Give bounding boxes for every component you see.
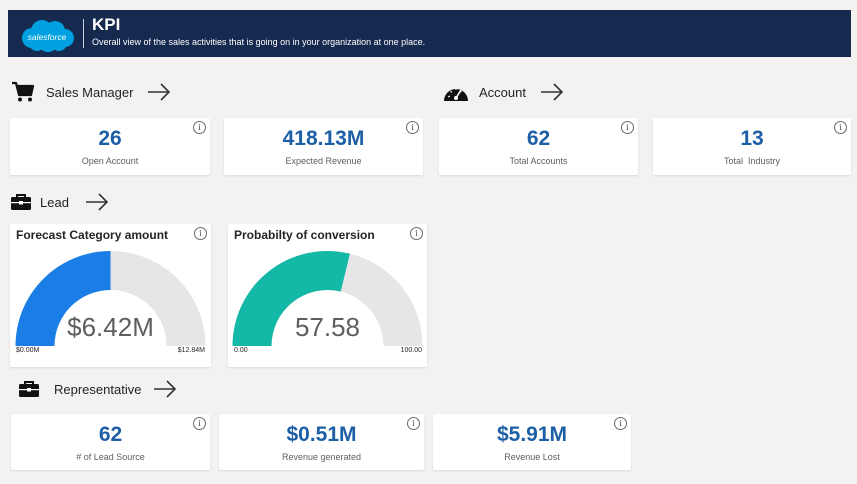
gauge-value: 57.58: [295, 312, 360, 342]
gauge-title: Forecast Category amount: [16, 228, 169, 242]
kpi-value: 13: [740, 127, 764, 150]
gauge-max-label: 100.00: [400, 347, 422, 354]
kpi-value: $0.51M: [286, 423, 357, 446]
kpi-card-total-accounts: i 62 Total Accounts: [439, 118, 638, 175]
header-banner: salesforce KPI Overall view of the sales…: [8, 10, 851, 57]
kpi-value: 62: [526, 127, 551, 150]
info-icon[interactable]: i: [410, 227, 423, 240]
kpi-value: 26: [98, 127, 122, 150]
section-sales-manager: Sales Manager: [10, 80, 171, 104]
shopping-cart-icon: [10, 80, 36, 104]
speedometer-icon: [443, 80, 469, 104]
gauge-min-label: 0.00: [234, 347, 248, 354]
logo-text: salesforce: [28, 32, 67, 42]
gauge-conversion: 57.58: [232, 251, 423, 346]
page-subtitle: Overall view of the sales activities tha…: [92, 37, 426, 47]
kpi-card-lead-source: i 62 # of Lead Source: [11, 414, 210, 470]
section-title-sales-manager: Sales Manager: [46, 84, 134, 100]
gauge-value: $6.42M: [67, 312, 154, 342]
kpi-label: Revenue Lost: [504, 452, 560, 462]
kpi-value: 62: [98, 423, 123, 446]
kpi-label: Total Accounts: [509, 156, 568, 166]
gauge-title: Probabilty of conversion: [234, 228, 375, 242]
arrow-right-icon[interactable]: [153, 380, 177, 398]
info-icon[interactable]: i: [194, 227, 207, 240]
kpi-card-revenue-generated: i $0.51M Revenue generated: [219, 414, 424, 470]
kpi-card-expected-revenue: i 418.13M Expected Revenue: [224, 118, 423, 175]
kpi-label: Expected Revenue: [285, 156, 362, 166]
kpi-label: # of Lead Source: [76, 452, 145, 462]
arrow-right-icon[interactable]: [540, 83, 564, 101]
section-account: Account: [443, 80, 564, 104]
section-lead: Lead: [8, 190, 109, 214]
briefcase-icon: [16, 377, 42, 401]
briefcase-icon: [8, 190, 34, 214]
header-divider: [83, 19, 84, 48]
gauge-card-forecast: i Forecast Category amount $6.42M $0.00M…: [10, 224, 211, 367]
kpi-card-open-account: i 26 Open Account: [10, 118, 210, 175]
kpi-card-revenue-lost: i $5.91M Revenue Lost: [433, 414, 631, 470]
arrow-right-icon[interactable]: [85, 193, 109, 211]
kpi-label: Open Account: [81, 156, 139, 166]
page-title: KPI: [92, 15, 121, 34]
kpi-label: Revenue generated: [281, 452, 362, 462]
section-title-lead: Lead: [40, 194, 69, 210]
kpi-value: $5.91M: [496, 423, 568, 446]
section-title-account: Account: [479, 84, 526, 100]
section-title-representative: Representative: [54, 381, 142, 397]
gauge-max-label: $12.84M: [177, 347, 205, 354]
kpi-card-total-industry: i 13 Total Industry: [653, 118, 851, 175]
salesforce-logo: salesforce: [18, 18, 76, 54]
gauge-forecast: $6.42M: [15, 251, 206, 346]
arrow-right-icon[interactable]: [147, 83, 171, 101]
kpi-label: Total Industry: [723, 156, 781, 166]
kpi-value: 418.13M: [282, 127, 365, 150]
gauge-min-label: $0.00M: [16, 347, 40, 354]
section-representative: Representative: [16, 377, 177, 401]
gauge-card-conversion: i Probabilty of conversion 57.58 0.00 10…: [228, 224, 427, 367]
